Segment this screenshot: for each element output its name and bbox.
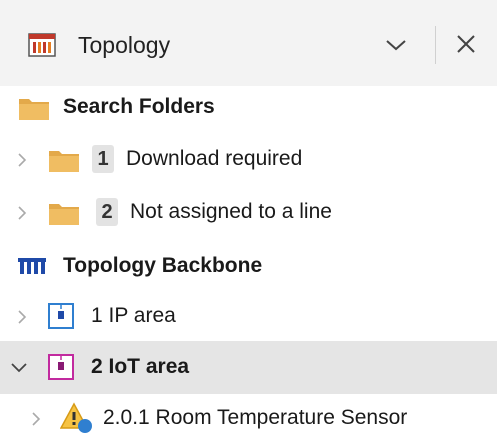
count-badge: 1 — [92, 145, 114, 173]
tree-item-room-temperature-sensor[interactable]: 2.0.1 Room Temperature Sensor — [0, 392, 497, 445]
tree-item-not-assigned[interactable]: 2 Not assigned to a line — [0, 186, 497, 239]
folder-icon — [48, 147, 80, 178]
tree-item-download-required[interactable]: 1 Download required — [0, 133, 497, 186]
tree-item-label: Download required — [126, 147, 303, 170]
chevron-right-icon[interactable] — [16, 204, 28, 227]
tree-item-ip-area[interactable]: 1 IP area — [0, 290, 497, 343]
tree-item-topology-backbone[interactable]: Topology Backbone — [0, 239, 497, 292]
iot-area-icon — [48, 354, 74, 385]
header-divider — [435, 26, 436, 64]
tree-item-label: Search Folders — [63, 95, 215, 118]
tree-item-search-folders[interactable]: Search Folders — [0, 80, 497, 133]
chevron-down-icon[interactable] — [384, 36, 408, 54]
ip-area-icon — [48, 303, 74, 334]
backbone-icon — [17, 257, 47, 280]
panel-header: Topology — [0, 0, 497, 86]
chevron-down-icon[interactable] — [10, 361, 28, 379]
close-icon[interactable] — [455, 33, 477, 55]
tree-item-label: Not assigned to a line — [130, 200, 332, 223]
folder-icon — [18, 95, 50, 126]
tree-item-label: 2 IoT area — [91, 355, 190, 378]
chevron-right-icon[interactable] — [16, 151, 28, 174]
tree-item-iot-area[interactable]: 2 IoT area — [0, 341, 497, 394]
folder-icon — [48, 200, 80, 231]
topology-window-icon — [28, 33, 56, 62]
chevron-right-icon[interactable] — [16, 308, 28, 331]
panel-title: Topology — [78, 32, 171, 58]
tree-item-label: 2.0.1 Room Temperature Sensor — [103, 406, 408, 429]
warning-device-icon — [59, 402, 94, 439]
count-badge: 2 — [96, 198, 118, 226]
chevron-right-icon[interactable] — [30, 410, 42, 433]
tree-item-label: Topology Backbone — [63, 254, 263, 277]
tree-item-label: 1 IP area — [91, 304, 176, 327]
